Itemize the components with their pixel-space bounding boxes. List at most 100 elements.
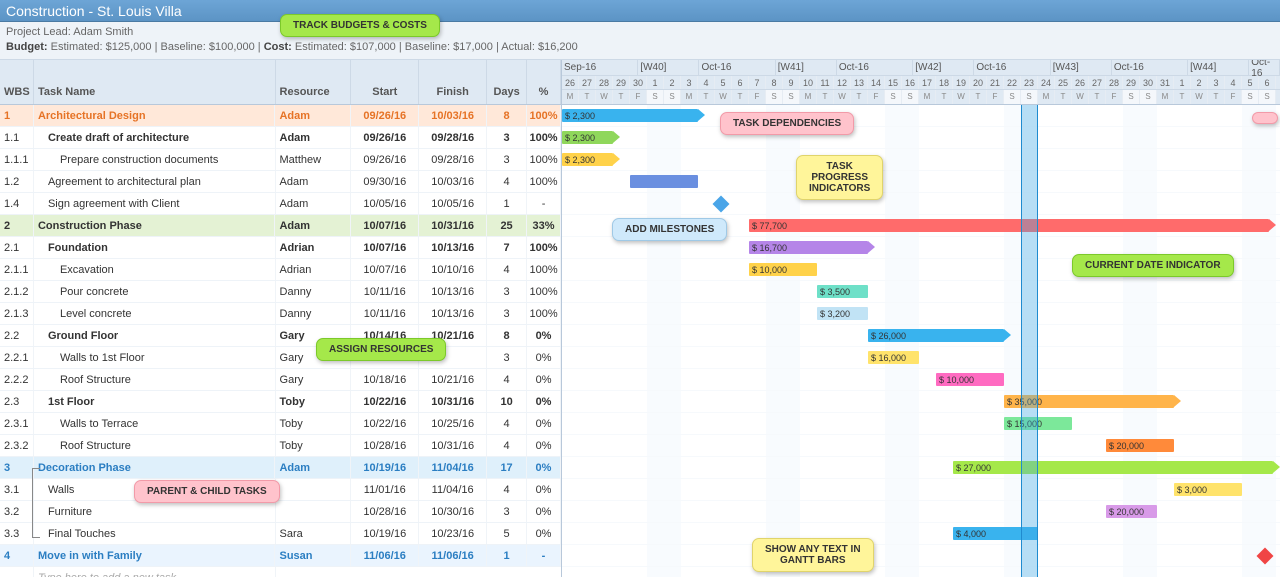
col-header-wbs[interactable]: WBS bbox=[0, 60, 34, 104]
gantt-bar[interactable]: $ 77,700 bbox=[749, 219, 1269, 232]
callout-current-date: CURRENT DATE INDICATOR bbox=[1072, 254, 1234, 277]
milestone-icon[interactable] bbox=[713, 196, 730, 213]
task-row[interactable]: 2.2.2Roof StructureGary10/18/1610/21/164… bbox=[0, 369, 561, 391]
callout-bar-text: SHOW ANY TEXT IN GANTT BARS bbox=[752, 538, 874, 572]
project-lead-value: Adam Smith bbox=[73, 26, 133, 38]
callout-assign-res: ASSIGN RESOURCES bbox=[316, 338, 446, 361]
gantt-bar[interactable]: $ 4,000 bbox=[953, 527, 1038, 540]
task-row[interactable]: 1.1Create draft of architectureAdam09/26… bbox=[0, 127, 561, 149]
task-row[interactable]: 2.3.1Walls to TerraceToby10/22/1610/25/1… bbox=[0, 413, 561, 435]
gantt-bar[interactable]: $ 2,300 bbox=[562, 131, 613, 144]
gantt-bar[interactable]: $ 2,300 bbox=[562, 109, 698, 122]
gantt-row[interactable]: $ 2,300 bbox=[562, 105, 1280, 127]
col-header-pct[interactable]: % bbox=[527, 60, 561, 104]
gantt-row[interactable]: $ 2,300 bbox=[562, 127, 1280, 149]
project-title: Construction - St. Louis Villa bbox=[6, 3, 182, 19]
gantt-bar[interactable]: $ 10,000 bbox=[936, 373, 1004, 386]
title-bar: Construction - St. Louis Villa bbox=[0, 0, 1280, 22]
new-task-row[interactable]: Type here to add a new task bbox=[0, 567, 561, 577]
task-row[interactable]: 2.2Ground FloorGary10/14/1610/21/1680% bbox=[0, 325, 561, 347]
gantt-bar[interactable]: $ 3,500 bbox=[817, 285, 868, 298]
gantt-bar[interactable]: $ 20,000 bbox=[1106, 439, 1174, 452]
gantt-bar[interactable]: $ 3,000 bbox=[1174, 483, 1242, 496]
gantt-row[interactable]: $ 3,000 bbox=[562, 479, 1280, 501]
bracket-parent-child bbox=[32, 468, 40, 538]
cost-label: Cost: bbox=[264, 41, 292, 53]
timeline-month: Oct-16 bbox=[699, 60, 775, 75]
gantt-row[interactable]: $ 15,000 bbox=[562, 413, 1280, 435]
task-row[interactable]: 3.3Final TouchesSara10/19/1610/23/1650% bbox=[0, 523, 561, 545]
task-row[interactable]: 3Decoration PhaseAdam10/19/1611/04/16170… bbox=[0, 457, 561, 479]
timeline-month: [W43] bbox=[1051, 60, 1112, 75]
gantt-bar[interactable]: $ 15,000 bbox=[1004, 417, 1072, 430]
task-row[interactable]: 2.1.2Pour concreteDanny10/11/1610/13/163… bbox=[0, 281, 561, 303]
timeline-month: Sep-16 bbox=[562, 60, 638, 75]
task-row[interactable]: 2.2.1Walls to 1st FloorGary30% bbox=[0, 347, 561, 369]
task-row[interactable]: 4Move in with FamilySusan11/06/1611/06/1… bbox=[0, 545, 561, 567]
gantt-bar[interactable]: $ 35,000 bbox=[1004, 395, 1174, 408]
gantt-row[interactable]: $ 3,500 bbox=[562, 281, 1280, 303]
task-row[interactable]: 1Architectural DesignAdam09/26/1610/03/1… bbox=[0, 105, 561, 127]
gantt-bar[interactable]: $ 27,000 bbox=[953, 461, 1273, 474]
callout-milestones: ADD MILESTONES bbox=[612, 218, 727, 241]
timeline-month: Oct-16 bbox=[1112, 60, 1188, 75]
gantt-bar[interactable]: $ 2,300 bbox=[562, 153, 613, 166]
task-row[interactable]: 1.4Sign agreement with ClientAdam10/05/1… bbox=[0, 193, 561, 215]
col-header-finish[interactable]: Finish bbox=[419, 60, 487, 104]
task-row[interactable]: 2.1FoundationAdrian10/07/1610/13/167100% bbox=[0, 237, 561, 259]
callout-task-deps bbox=[1252, 112, 1278, 124]
budget-label: Budget: bbox=[6, 41, 48, 53]
gantt-bar[interactable]: $ 10,000 bbox=[749, 263, 817, 276]
timeline-month: Oct-16 bbox=[974, 60, 1050, 75]
gantt-bar[interactable]: $ 26,000 bbox=[868, 329, 1004, 342]
gantt-row[interactable]: $ 3,200 bbox=[562, 303, 1280, 325]
task-row[interactable]: 2Construction PhaseAdam10/07/1610/31/162… bbox=[0, 215, 561, 237]
task-grid: 1Architectural DesignAdam09/26/1610/03/1… bbox=[0, 105, 562, 577]
callout-task-deps2: TASK DEPENDENCIES bbox=[720, 112, 854, 135]
task-row[interactable]: 1.2Agreement to architectural planAdam09… bbox=[0, 171, 561, 193]
gantt-row[interactable]: $ 20,000 bbox=[562, 435, 1280, 457]
task-row[interactable]: 2.1.1ExcavationAdrian10/07/1610/10/16410… bbox=[0, 259, 561, 281]
gantt-bar[interactable]: $ 3,200 bbox=[817, 307, 868, 320]
task-row[interactable]: 3.1Walls11/01/1611/04/1640% bbox=[0, 479, 561, 501]
gantt-row[interactable]: $ 10,000 bbox=[562, 369, 1280, 391]
task-row[interactable]: 3.2Furniture10/28/1610/30/1630% bbox=[0, 501, 561, 523]
gantt-row[interactable]: $ 4,000 bbox=[562, 523, 1280, 545]
gantt-bar[interactable] bbox=[630, 175, 698, 188]
gantt-bar[interactable]: $ 16,000 bbox=[868, 351, 919, 364]
gantt-row[interactable] bbox=[562, 193, 1280, 215]
callout-track-budgets: TRACK BUDGETS & COSTS bbox=[280, 14, 440, 37]
milestone-icon[interactable] bbox=[1257, 548, 1274, 565]
task-row[interactable]: 1.1.1Prepare construction documentsMatth… bbox=[0, 149, 561, 171]
col-header-task[interactable]: Task Name bbox=[34, 60, 276, 104]
gantt-row[interactable] bbox=[562, 545, 1280, 567]
gantt-row[interactable]: $ 35,000 bbox=[562, 391, 1280, 413]
gantt-row[interactable] bbox=[562, 567, 1280, 577]
gantt-row[interactable]: $ 27,000 bbox=[562, 457, 1280, 479]
col-header-start[interactable]: Start bbox=[351, 60, 419, 104]
project-lead-label: Project Lead: bbox=[6, 26, 71, 38]
timeline-month: [W40] bbox=[638, 60, 699, 75]
col-header-res[interactable]: Resource bbox=[276, 60, 352, 104]
gantt-row[interactable]: $ 20,000 bbox=[562, 501, 1280, 523]
timeline-month: [W42] bbox=[913, 60, 974, 75]
timeline-month: [W44] bbox=[1188, 60, 1249, 75]
gantt-row[interactable]: $ 2,300 bbox=[562, 149, 1280, 171]
task-row[interactable]: 2.3.2Roof StructureToby10/28/1610/31/164… bbox=[0, 435, 561, 457]
gantt-bar[interactable]: $ 16,700 bbox=[749, 241, 868, 254]
gantt-chart[interactable]: $ 2,300 $ 2,300 $ 2,300 $ 77,700 $ 16,700 $ 1… bbox=[562, 105, 1280, 577]
callout-progress: TASK PROGRESS INDICATORS bbox=[796, 155, 883, 200]
timeline-month: Oct-16 bbox=[837, 60, 913, 75]
callout-parent-child: PARENT & CHILD TASKS bbox=[134, 480, 280, 503]
gantt-row[interactable] bbox=[562, 171, 1280, 193]
gantt-row[interactable]: $ 26,000 bbox=[562, 325, 1280, 347]
timeline-month: Oct-16 bbox=[1249, 60, 1280, 75]
task-row[interactable]: 2.1.3Level concreteDanny10/11/1610/13/16… bbox=[0, 303, 561, 325]
gantt-bar[interactable]: $ 20,000 bbox=[1106, 505, 1157, 518]
timeline-month: [W41] bbox=[776, 60, 837, 75]
timeline-header: Sep-16[W40]Oct-16[W41]Oct-16[W42]Oct-16[… bbox=[562, 60, 1280, 104]
info-bar: Project Lead: Adam Smith Budget: Estimat… bbox=[0, 22, 1280, 60]
gantt-row[interactable]: $ 16,000 bbox=[562, 347, 1280, 369]
task-row[interactable]: 2.31st FloorToby10/22/1610/31/16100% bbox=[0, 391, 561, 413]
col-header-days[interactable]: Days bbox=[487, 60, 527, 104]
